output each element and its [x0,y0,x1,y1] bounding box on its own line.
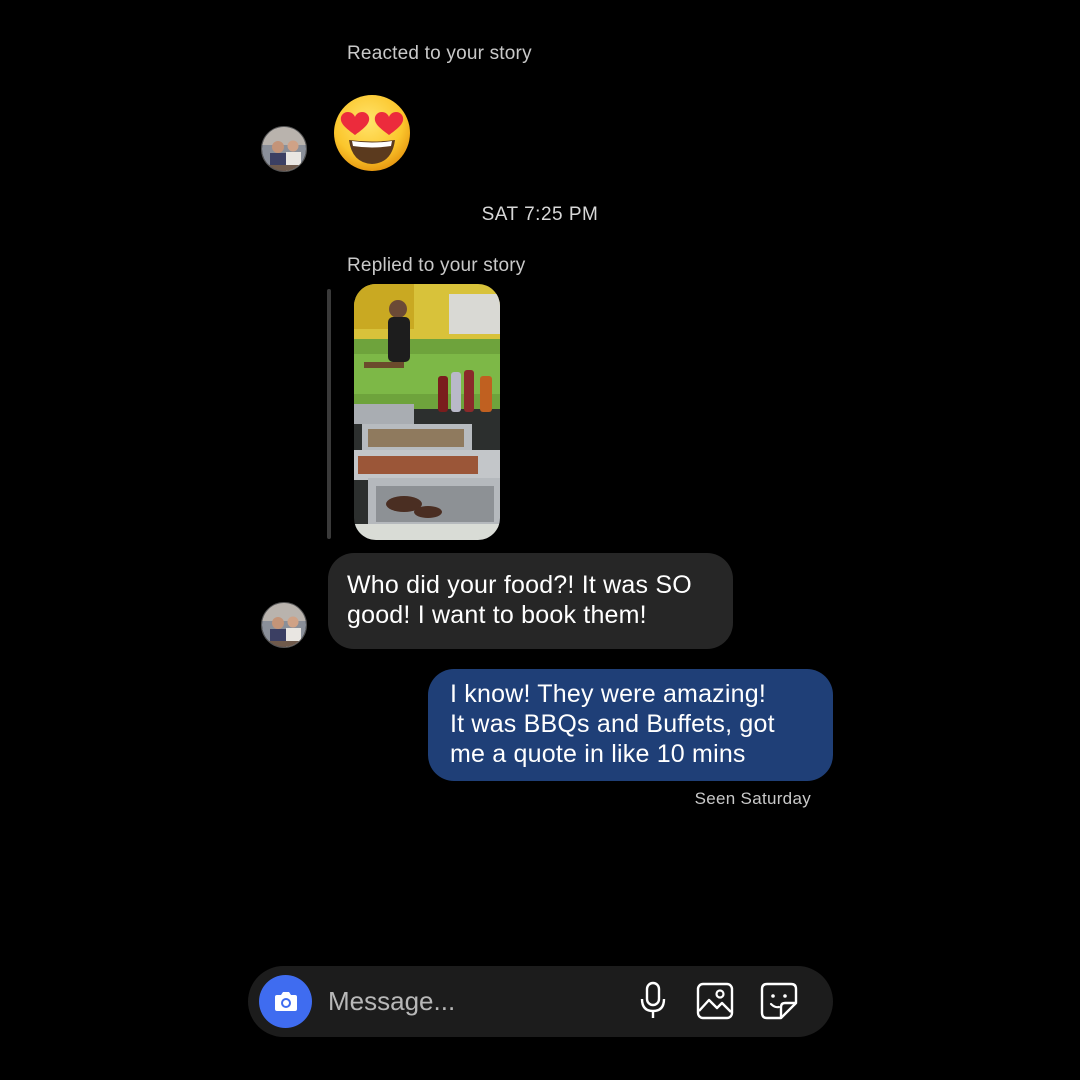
story-thumbnail[interactable] [354,284,500,540]
avatar-photo [262,603,306,647]
reaction-caption: Reacted to your story [347,43,532,64]
microphone-icon[interactable] [632,980,674,1022]
avatar[interactable] [261,126,307,172]
gallery-icon[interactable] [694,980,736,1022]
incoming-message-bubble[interactable]: Who did your food?! It was SO good! I wa… [328,553,733,649]
camera-button[interactable] [259,975,312,1028]
heart-eyes-emoji-icon[interactable] [332,93,412,173]
camera-icon [274,991,297,1011]
timestamp: SAT 7:25 PM [481,204,599,225]
avatar-photo [262,127,306,171]
reply-caption: Replied to your story [347,255,526,276]
message-input[interactable] [328,981,618,1021]
seen-status: Seen Saturday [694,789,811,808]
reply-indicator-bar [327,289,331,539]
sticker-icon[interactable] [758,980,800,1022]
outgoing-message-bubble[interactable]: I know! They were amazing! It was BBQs a… [428,669,833,781]
avatar[interactable] [261,602,307,648]
